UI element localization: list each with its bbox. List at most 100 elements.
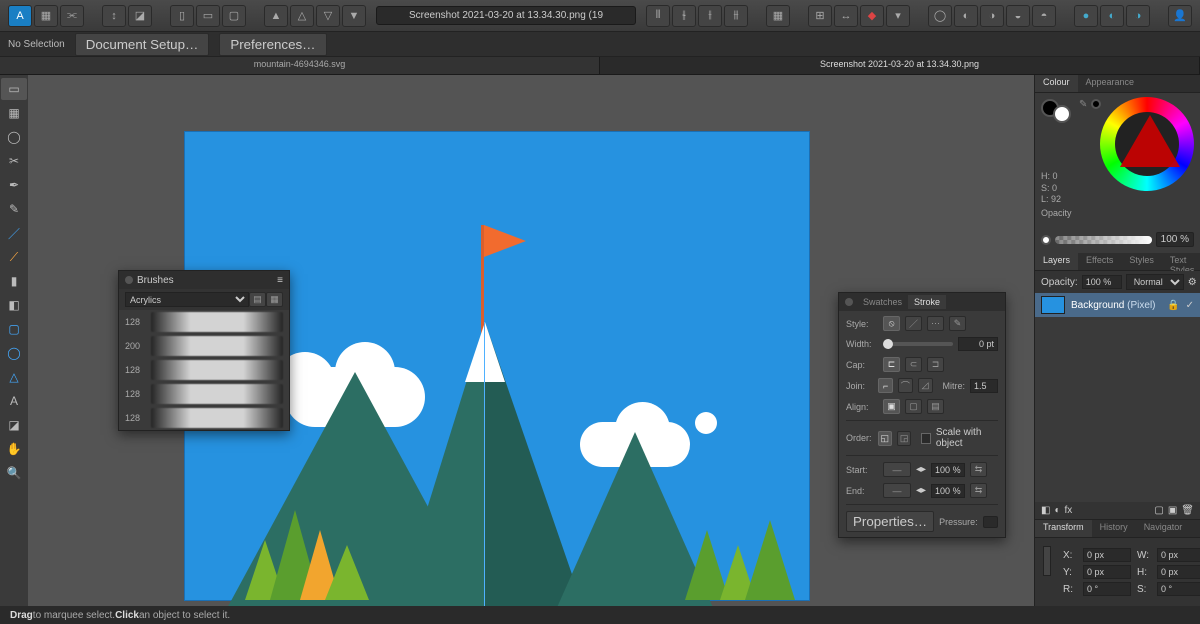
brush-tool[interactable]: ／ xyxy=(1,222,27,244)
cap-square-icon[interactable]: ⊐ xyxy=(927,357,944,372)
order-front-icon[interactable]: ◲ xyxy=(897,431,911,446)
zoom-tool[interactable]: 🔍 xyxy=(1,462,27,484)
pen-tool[interactable]: ✒ xyxy=(1,174,27,196)
dist-icon-2[interactable]: ⫳ xyxy=(672,5,696,27)
lasso-tool[interactable]: ◯ xyxy=(1,126,27,148)
pressure-curve[interactable] xyxy=(983,516,998,528)
close-dot-icon[interactable] xyxy=(125,276,133,284)
transform-tab[interactable]: Transform xyxy=(1035,520,1092,537)
persona-icon[interactable]: ▦ xyxy=(34,5,58,27)
share-icon[interactable]: ⫘ xyxy=(60,5,84,27)
style-brush-icon[interactable]: ✎ xyxy=(949,316,966,331)
marquee-tool[interactable]: ▦ xyxy=(1,102,27,124)
rect-tool[interactable]: ▢ xyxy=(1,318,27,340)
grid-icon[interactable]: ⊞ xyxy=(808,5,832,27)
h-input[interactable] xyxy=(1157,565,1200,579)
join-mitre-icon[interactable]: ⌐ xyxy=(878,378,893,393)
brush-item[interactable]: 200 xyxy=(119,334,289,358)
canvas-viewport[interactable]: Brushes ≡ Acrylics ▤ ▦ 128 200 128 128 1… xyxy=(28,75,1034,606)
mitre-input[interactable] xyxy=(970,379,998,393)
group-icon[interactable]: ▣ xyxy=(1168,505,1177,516)
order-down-icon[interactable]: ▽ xyxy=(316,5,340,27)
start-swap-icon[interactable]: ⇆ xyxy=(970,462,987,477)
dist-icon-3[interactable]: ⫲ xyxy=(698,5,722,27)
colour-tab[interactable]: Colour xyxy=(1035,75,1078,92)
brush-item[interactable]: 128 xyxy=(119,310,289,334)
tri-tool[interactable]: △ xyxy=(1,366,27,388)
stroke-tab[interactable]: Stroke xyxy=(908,295,946,309)
history-tab[interactable]: History xyxy=(1092,520,1136,537)
s-input[interactable] xyxy=(1157,582,1200,596)
delete-icon[interactable]: 🗑 xyxy=(1181,505,1194,516)
fx-icon[interactable]: fx xyxy=(1065,505,1073,516)
bool-xor-icon[interactable]: ◒ xyxy=(1006,5,1030,27)
hand-tool[interactable]: ✋ xyxy=(1,438,27,460)
anchor-grid[interactable] xyxy=(1043,546,1051,576)
appearance-tab[interactable]: Appearance xyxy=(1078,75,1143,92)
brush-item[interactable]: 128 xyxy=(119,382,289,406)
bool-union-icon[interactable]: ◯ xyxy=(928,5,952,27)
end-swap-icon[interactable]: ⇆ xyxy=(970,483,987,498)
styles-tab[interactable]: Styles xyxy=(1121,253,1162,270)
brushes-panel[interactable]: Brushes ≡ Acrylics ▤ ▦ 128 200 128 128 1… xyxy=(118,270,290,431)
sync-icon[interactable]: ◑ xyxy=(1126,5,1150,27)
cloud-icon[interactable]: ◐ xyxy=(1100,5,1124,27)
mask-icon[interactable]: ◧ xyxy=(1041,505,1050,516)
ellipse-tool[interactable]: ◯ xyxy=(1,342,27,364)
y-input[interactable] xyxy=(1083,565,1131,579)
brush-category-select[interactable]: Acrylics xyxy=(125,292,249,307)
gradient-tool[interactable]: ▮ xyxy=(1,270,27,292)
flip-icon[interactable]: ◪ xyxy=(128,5,152,27)
blend-mode-select[interactable]: Normal xyxy=(1126,274,1184,290)
effects-tab[interactable]: Effects xyxy=(1078,253,1121,270)
quick-swatch[interactable] xyxy=(1091,99,1101,109)
cap-butt-icon[interactable]: ⊏ xyxy=(883,357,900,372)
order-front-icon[interactable]: ▲ xyxy=(264,5,288,27)
align-inside-icon[interactable]: ▢ xyxy=(905,399,922,414)
text-tool[interactable]: A xyxy=(1,390,27,412)
dist-icon-4[interactable]: ⫵ xyxy=(724,5,748,27)
stroke-panel[interactable]: Swatches Stroke Style: ⦸ ／ ⋯ ✎ Width: 0 … xyxy=(838,292,1006,538)
paint-tool[interactable]: ⟋ xyxy=(1,246,27,268)
tab-png[interactable]: Screenshot 2021-03-20 at 13.34.30.png xyxy=(600,57,1200,74)
opacity-value[interactable]: 100 % xyxy=(1156,232,1194,247)
style-dash-icon[interactable]: ⋯ xyxy=(927,316,944,331)
document-setup-button[interactable]: Document Setup… xyxy=(75,33,210,56)
snap-icon[interactable]: ▦ xyxy=(766,5,790,27)
style-none-icon[interactable]: ⦸ xyxy=(883,316,900,331)
dist-icon-1[interactable]: ⫴ xyxy=(646,5,670,27)
guides-icon[interactable]: ↔ xyxy=(834,5,858,27)
bool-sub-icon[interactable]: ◐ xyxy=(954,5,978,27)
pencil-tool[interactable]: ✎ xyxy=(1,198,27,220)
adjust-icon[interactable]: ◐ xyxy=(1054,505,1060,516)
list-view-icon[interactable]: ▤ xyxy=(249,292,266,307)
w-input[interactable] xyxy=(1157,548,1200,562)
transparency-tool[interactable]: ◧ xyxy=(1,294,27,316)
r-input[interactable] xyxy=(1083,582,1131,596)
swatches-tab[interactable]: Swatches xyxy=(857,295,908,309)
properties-button[interactable]: Properties… xyxy=(846,511,934,532)
lock-icon[interactable]: 🔒 xyxy=(1167,300,1179,311)
preferences-button[interactable]: Preferences… xyxy=(219,33,326,56)
arrange-icon[interactable]: ↕ xyxy=(102,5,126,27)
opacity-slider[interactable] xyxy=(1055,236,1152,244)
snap-drop-icon[interactable]: ▾ xyxy=(886,5,910,27)
scale-checkbox[interactable] xyxy=(921,433,930,444)
hue-wheel[interactable] xyxy=(1100,97,1194,191)
clip-icon[interactable]: ▢ xyxy=(1154,505,1163,516)
align-c-icon[interactable]: ▢ xyxy=(222,5,246,27)
swatch-tool[interactable]: ◪ xyxy=(1,414,27,436)
app-logo[interactable]: A xyxy=(8,5,32,27)
width-value[interactable]: 0 pt xyxy=(958,337,998,351)
account-icon[interactable]: 👤 xyxy=(1168,5,1192,27)
bool-int-icon[interactable]: ◑ xyxy=(980,5,1004,27)
x-input[interactable] xyxy=(1083,548,1131,562)
cap-round-icon[interactable]: ⊂ xyxy=(905,357,922,372)
fill-swatch[interactable] xyxy=(1053,105,1071,123)
layer-item[interactable]: Background (Pixel) 🔒 ✓ xyxy=(1035,293,1200,317)
navigator-tab[interactable]: Navigator xyxy=(1136,520,1191,537)
style-solid-icon[interactable]: ／ xyxy=(905,316,922,331)
align-v-icon[interactable]: ▯ xyxy=(170,5,194,27)
start-arrow-select[interactable]: — xyxy=(883,462,911,477)
join-bevel-icon[interactable]: ◿ xyxy=(918,378,933,393)
